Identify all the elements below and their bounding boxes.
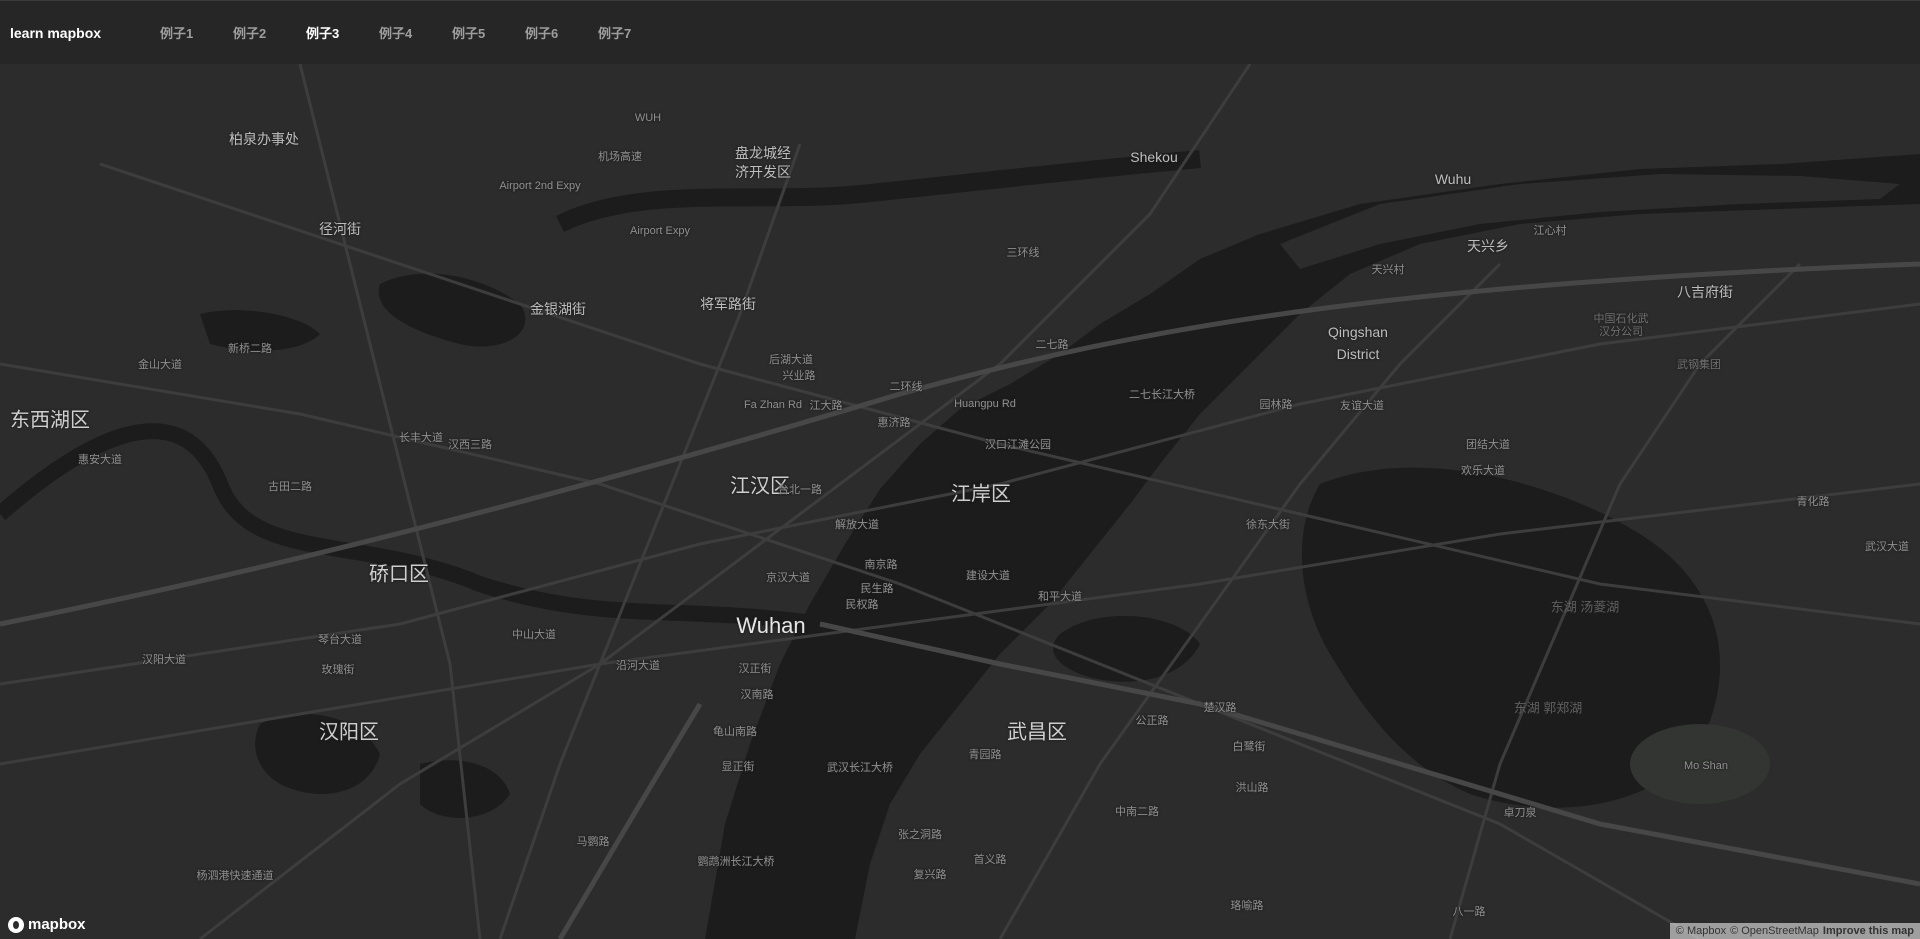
improve-map-link[interactable]: Improve this map <box>1823 925 1914 937</box>
nav-link-example-3[interactable]: 例子3 <box>306 23 379 42</box>
attribution-osm-link[interactable]: © OpenStreetMap <box>1730 925 1819 937</box>
top-navbar: learn mapbox 例子1 例子2 例子3 例子4 例子5 例子6 例子7 <box>0 0 1920 64</box>
mo-shan-hill <box>1630 724 1770 804</box>
nav-links: 例子1 例子2 例子3 例子4 例子5 例子6 例子7 <box>160 23 671 42</box>
map-canvas[interactable]: Wuhan 江汉区 江岸区 硚口区 汉阳区 武昌区 东西湖区 Qingshan … <box>0 64 1920 939</box>
attribution-mapbox-link[interactable]: © Mapbox <box>1676 925 1726 937</box>
nav-link-example-6[interactable]: 例子6 <box>525 23 598 42</box>
nav-link-example-4[interactable]: 例子4 <box>379 23 452 42</box>
nav-link-example-1[interactable]: 例子1 <box>160 23 233 42</box>
mapbox-logo-icon <box>8 916 24 933</box>
map-attribution: © Mapbox © OpenStreetMap Improve this ma… <box>1669 923 1920 939</box>
nav-link-example-5[interactable]: 例子5 <box>452 23 525 42</box>
mapbox-logo-text: mapbox <box>28 916 86 933</box>
map-base-layer <box>0 64 1920 939</box>
nav-link-example-7[interactable]: 例子7 <box>598 23 671 42</box>
nav-link-example-2[interactable]: 例子2 <box>233 23 306 42</box>
mapbox-logo[interactable]: mapbox <box>8 916 86 933</box>
brand-link[interactable]: learn mapbox <box>10 25 160 41</box>
